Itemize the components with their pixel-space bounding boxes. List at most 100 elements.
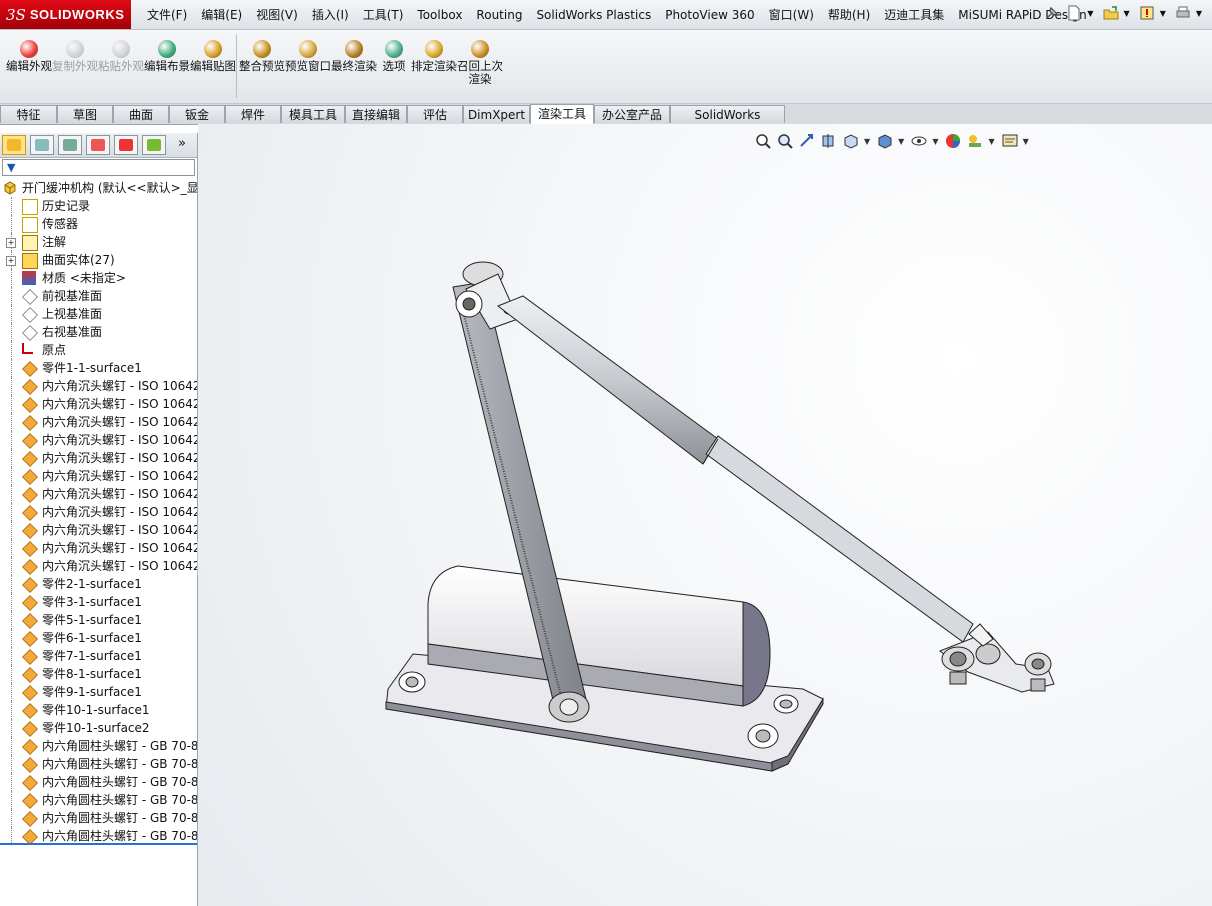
edit-decal-button[interactable]: 编辑贴图	[190, 40, 236, 73]
menu-item-4[interactable]: 工具(T)	[356, 6, 411, 23]
configuration-manager-icon[interactable]	[58, 135, 82, 155]
zoom-to-fit-icon[interactable]	[754, 132, 772, 150]
section-view-icon[interactable]	[820, 132, 838, 150]
integrated-preview-button[interactable]: 整合预览	[239, 40, 285, 73]
tab-5[interactable]: 模具工具	[281, 105, 345, 123]
tree-node[interactable]: 内六角沉头螺钉 - ISO 10642	[0, 539, 197, 557]
tree-node[interactable]: 零件6-1-surface1	[0, 629, 197, 647]
previous-view-icon[interactable]	[798, 132, 816, 150]
preview-window-button[interactable]: 预览窗口	[285, 40, 331, 73]
new-document-icon[interactable]	[1065, 4, 1083, 22]
view-settings-icon[interactable]	[1001, 132, 1019, 150]
rebuild-icon[interactable]	[1138, 4, 1156, 22]
edit-appearance-button[interactable]: 编辑外观	[6, 40, 52, 73]
tab-10[interactable]: 办公室产品	[594, 105, 670, 123]
tree-node[interactable]: + 注解	[0, 233, 197, 251]
tree-node[interactable]: 内六角沉头螺钉 - ISO 10642	[0, 521, 197, 539]
tree-node[interactable]: 内六角沉头螺钉 - ISO 10642	[0, 467, 197, 485]
menu-item-11[interactable]: 迈迪工具集	[877, 6, 951, 23]
menu-item-5[interactable]: Toolbox	[410, 8, 469, 22]
zoom-to-area-icon[interactable]	[776, 132, 794, 150]
tree-node[interactable]: 内六角沉头螺钉 - ISO 10642	[0, 413, 197, 431]
tree-node[interactable]: 内六角沉头螺钉 - ISO 10642	[0, 485, 197, 503]
dimxpert-manager-icon[interactable]	[86, 135, 110, 155]
tree-root-assembly[interactable]: 开门缓冲机构 (默认<<默认>_显	[0, 179, 197, 197]
apply-scene-icon[interactable]	[966, 132, 984, 150]
schedule-render-button[interactable]: 排定渲染	[411, 40, 457, 73]
tab-0[interactable]: 特征	[0, 105, 57, 123]
menu-item-3[interactable]: 插入(I)	[305, 6, 356, 23]
expand-toggle-icon[interactable]: +	[6, 256, 16, 266]
tree-node[interactable]: + 曲面实体(27)	[0, 251, 197, 269]
tab-1[interactable]: 草图	[57, 105, 113, 123]
tree-node[interactable]: 零件10-1-surface2	[0, 719, 197, 737]
tree-node[interactable]: 内六角沉头螺钉 - ISO 10642	[0, 503, 197, 521]
tree-node[interactable]: 右视基准面	[0, 323, 197, 341]
view-orientation-icon[interactable]	[842, 132, 860, 150]
tree-node[interactable]: 内六角沉头螺钉 - ISO 10642	[0, 557, 197, 575]
tree-node[interactable]: 传感器	[0, 215, 197, 233]
tree-node[interactable]: 零件7-1-surface1	[0, 647, 197, 665]
options-icon	[385, 40, 403, 58]
photoview-icon[interactable]	[142, 135, 166, 155]
tree-node[interactable]: 零件2-1-surface1	[0, 575, 197, 593]
tree-node[interactable]: 内六角圆柱头螺钉 - GB 70-8	[0, 773, 197, 791]
menu-item-2[interactable]: 视图(V)	[249, 6, 305, 23]
more-tabs-button[interactable]: »	[178, 136, 186, 151]
tree-node[interactable]: 内六角圆柱头螺钉 - GB 70-8	[0, 809, 197, 827]
tree-node[interactable]: 前视基准面	[0, 287, 197, 305]
tab-9[interactable]: 渲染工具	[530, 104, 594, 124]
menu-item-0[interactable]: 文件(F)	[140, 6, 194, 23]
tree-connector	[11, 791, 13, 809]
open-icon[interactable]	[1102, 4, 1120, 22]
tree-node[interactable]: 材质 <未指定>	[0, 269, 197, 287]
tree-node[interactable]: 内六角圆柱头螺钉 - GB 70-8	[0, 755, 197, 773]
tree-node[interactable]: 零件5-1-surface1	[0, 611, 197, 629]
tree-node[interactable]: 零件3-1-surface1	[0, 593, 197, 611]
menu-item-10[interactable]: 帮助(H)	[821, 6, 877, 23]
tab-3[interactable]: 钣金	[169, 105, 225, 123]
tree-node[interactable]: 零件10-1-surface1	[0, 701, 197, 719]
display-manager-icon[interactable]	[114, 135, 138, 155]
tree-node[interactable]: 内六角沉头螺钉 - ISO 10642	[0, 377, 197, 395]
menu-item-8[interactable]: PhotoView 360	[658, 8, 761, 22]
tab-11[interactable]: SolidWorks Plastics	[670, 105, 785, 140]
hide-show-items-icon[interactable]	[910, 132, 928, 150]
tree-node[interactable]: 原点	[0, 341, 197, 359]
tree-node[interactable]: 内六角沉头螺钉 - ISO 10642	[0, 449, 197, 467]
tab-7[interactable]: 评估	[407, 105, 463, 123]
menu-item-7[interactable]: SolidWorks Plastics	[529, 8, 658, 22]
copy-appearance-button[interactable]: 复制外观	[52, 40, 98, 73]
expand-toggle-icon[interactable]: +	[6, 238, 16, 248]
tab-2[interactable]: 曲面	[113, 105, 169, 123]
menu-item-1[interactable]: 编辑(E)	[194, 6, 249, 23]
paste-appearance-button[interactable]: 粘贴外观	[98, 40, 144, 73]
tab-6[interactable]: 直接编辑	[345, 105, 407, 123]
tab-8[interactable]: DimXpert	[463, 105, 530, 123]
recall-last-render-button[interactable]: 召回上次渲染	[457, 40, 503, 86]
edit-appearance-icon[interactable]	[944, 132, 962, 150]
graphics-area[interactable]	[198, 124, 1212, 906]
tab-4[interactable]: 焊件	[225, 105, 281, 123]
door-closer-model[interactable]	[198, 124, 1212, 906]
tree-node[interactable]: 内六角圆柱头螺钉 - GB 70-8	[0, 737, 197, 755]
feature-tree-icon[interactable]	[2, 135, 26, 155]
print-icon[interactable]	[1174, 4, 1192, 22]
tree-node[interactable]: 零件9-1-surface1	[0, 683, 197, 701]
tree-node[interactable]: 内六角圆柱头螺钉 - GB 70-8	[0, 791, 197, 809]
pin-icon[interactable]	[1043, 4, 1061, 22]
solidworks-logo[interactable]: 3S SOLIDWORKS	[0, 0, 131, 29]
tree-node[interactable]: 上视基准面	[0, 305, 197, 323]
edit-scene-button[interactable]: 编辑布景	[144, 40, 190, 73]
menu-item-9[interactable]: 窗口(W)	[762, 6, 821, 23]
tree-node[interactable]: 零件1-1-surface1	[0, 359, 197, 377]
tree-node[interactable]: 内六角沉头螺钉 - ISO 10642	[0, 431, 197, 449]
tree-node[interactable]: 内六角沉头螺钉 - ISO 10642	[0, 395, 197, 413]
tree-node[interactable]: 历史记录	[0, 197, 197, 215]
property-manager-icon[interactable]	[30, 135, 54, 155]
menu-item-6[interactable]: Routing	[469, 8, 529, 22]
display-style-icon[interactable]	[876, 132, 894, 150]
tree-node[interactable]: 零件8-1-surface1	[0, 665, 197, 683]
tree-connector	[11, 197, 13, 215]
feature-tree-filter[interactable]: ▼	[2, 159, 195, 176]
